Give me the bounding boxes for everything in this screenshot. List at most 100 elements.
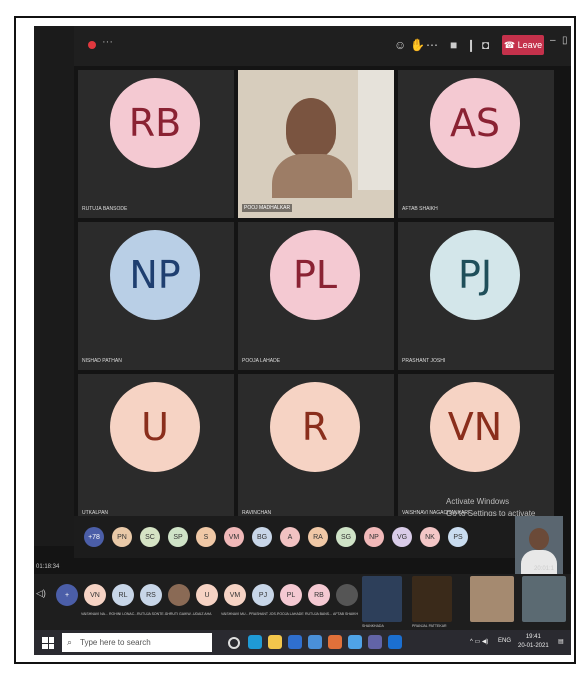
clock-date: 20-01-2021 [518, 643, 549, 649]
live-video-thumbnail[interactable] [470, 576, 514, 622]
video-thumbnail[interactable] [412, 576, 452, 622]
file-explorer-icon[interactable] [268, 635, 282, 649]
people-icon[interactable]: ☺ [394, 38, 406, 52]
overflow-count-icon[interactable]: + [56, 584, 78, 606]
participant-chip[interactable]: A [280, 527, 300, 547]
avatar: RB [110, 78, 200, 168]
tray-icons[interactable]: ^ ▭ ◀) [470, 638, 488, 645]
more-actions-icon[interactable]: ⋯ [426, 38, 438, 52]
thumbnail-avatar[interactable] [336, 584, 358, 606]
recording-icon [88, 41, 96, 49]
avatar: NP [110, 230, 200, 320]
thumbnail-name: RUTUJA SONTE... [137, 612, 167, 616]
participant-tile[interactable]: RB RUTUJA BANSODE [78, 70, 234, 218]
participant-tile[interactable]: NP NISHAD PATHAN [78, 222, 234, 370]
participant-chip[interactable]: NK [420, 527, 440, 547]
video-background [358, 70, 394, 190]
avatar: R [270, 382, 360, 472]
watermark-title: Activate Windows [446, 497, 510, 506]
thumbnail-name: SHRUTI GAIKW... [165, 612, 194, 616]
participant-tile[interactable]: AS AFTAB SHAIKH [398, 70, 554, 218]
thumbnail-name: SHANKHADA [362, 624, 384, 628]
video-thumbnail[interactable] [362, 576, 402, 622]
cortana-icon[interactable] [228, 637, 240, 649]
thumbnail-avatar[interactable]: RS [140, 584, 162, 606]
edge-icon[interactable] [248, 635, 262, 649]
participant-grid: RB RUTUJA BANSODE POOJ MADHALKAR AS AFTA… [78, 70, 554, 530]
mic-icon[interactable]: ❙ [466, 38, 476, 52]
participant-chip[interactable]: +78 [84, 527, 104, 547]
video-thumbnail-row: ◁) + VN VAISHNAVI NA... RL ROHINI LONAC... R… [34, 574, 571, 630]
participant-tile[interactable]: U UTKALPAN [78, 374, 234, 522]
avatar: VN [430, 382, 520, 472]
participant-name: NISHAD PATHAN [82, 358, 122, 364]
avatar: U [110, 382, 200, 472]
search-icon: ⌕ [67, 637, 73, 647]
clock[interactable]: 19:41 20-01-2021 [518, 633, 549, 651]
thumbnail-avatar[interactable] [168, 584, 190, 606]
avatar: PL [270, 230, 360, 320]
participant-chip[interactable]: VG [392, 527, 412, 547]
avatar: PJ [430, 230, 520, 320]
thumbnail-avatar[interactable]: VM [224, 584, 246, 606]
avatar: AS [430, 78, 520, 168]
camera-icon[interactable]: ■ [450, 38, 457, 52]
language-indicator[interactable]: ENG [498, 638, 511, 644]
participant-video-tile[interactable]: POOJ MADHALKAR [238, 70, 394, 218]
participant-face [286, 98, 336, 158]
chrome-icon[interactable] [348, 635, 362, 649]
windows-start-icon[interactable] [42, 637, 54, 649]
participant-chip[interactable]: VM [224, 527, 244, 547]
participant-chip[interactable]: PN [112, 527, 132, 547]
participant-name: RUTUJA BANSODE [82, 206, 128, 212]
participant-tile[interactable]: PJ PRASHANT JOSHI [398, 222, 554, 370]
app-icon[interactable] [328, 635, 342, 649]
mail-icon[interactable] [308, 635, 322, 649]
thumbnail-avatar[interactable]: RL [112, 584, 134, 606]
participant-strip: +78 PN SC SP S VM BG A RA SG NP VG NK PS [74, 516, 522, 558]
thumbnail-avatar[interactable]: RB [308, 584, 330, 606]
left-rail [34, 26, 74, 546]
thumbnail-name: ROHINI LONAC... [109, 612, 138, 616]
more-options-label[interactable]: ··· [102, 36, 113, 48]
participant-name: POOJA LAHADE [242, 358, 281, 364]
participant-chip[interactable]: RA [308, 527, 328, 547]
participant-tile[interactable]: R RAVINCHAN [238, 374, 394, 522]
thumbnail-avatar[interactable]: U [196, 584, 218, 606]
minimize-icon[interactable]: – [550, 35, 556, 46]
leave-button[interactable]: ☎ Leave [502, 35, 544, 55]
self-camera-preview[interactable] [515, 516, 563, 582]
teams-icon[interactable] [368, 635, 382, 649]
participant-name: PRASHANT JOSHI [402, 358, 446, 364]
thumbnail-name: UDAIZ AHA [193, 612, 212, 616]
store-icon[interactable] [288, 635, 302, 649]
restore-icon[interactable]: ▯ [562, 35, 568, 46]
share-icon[interactable]: ◘ [482, 38, 489, 52]
browser-icon[interactable] [388, 635, 402, 649]
thumbnail-avatar[interactable]: PJ [252, 584, 274, 606]
participant-body [272, 154, 352, 198]
participant-chip[interactable]: SG [336, 527, 356, 547]
thumbnail-name: POOJA LAHADE [277, 612, 304, 616]
participant-tile[interactable]: PL POOJA LAHADE [238, 222, 394, 370]
thumbnail-avatar[interactable]: PL [280, 584, 302, 606]
taskbar-search-input[interactable]: ⌕ Type here to search [62, 633, 212, 652]
participant-chip[interactable]: SP [168, 527, 188, 547]
elapsed-time: 01:18:34 [36, 564, 60, 570]
raise-hand-icon[interactable]: ✋ [410, 38, 425, 52]
thumbnail-name: VAISHNAVI NA... [81, 612, 108, 616]
live-video-thumbnail[interactable] [522, 576, 566, 622]
windows-taskbar: ⌕ Type here to search ^ ▭ ◀) ENG 19:41 2… [34, 630, 571, 655]
notifications-icon[interactable]: ▤ [558, 638, 564, 645]
thumbnail-name: VAISHNAVI MU... [221, 612, 249, 616]
participant-chip[interactable]: BG [252, 527, 272, 547]
speaker-icon[interactable]: ◁) [36, 588, 46, 599]
participant-chip[interactable]: NP [364, 527, 384, 547]
thumbnail-name: AFTAB SHAIKH [333, 612, 359, 616]
participant-chip[interactable]: S [196, 527, 216, 547]
participant-chip[interactable]: PS [448, 527, 468, 547]
thumbnail-name: PRANJAL PATTEKAR [412, 624, 447, 628]
participant-chip[interactable]: SC [140, 527, 160, 547]
thumbnail-name: PRASHANT JOS... [249, 612, 279, 616]
thumbnail-avatar[interactable]: VN [84, 584, 106, 606]
